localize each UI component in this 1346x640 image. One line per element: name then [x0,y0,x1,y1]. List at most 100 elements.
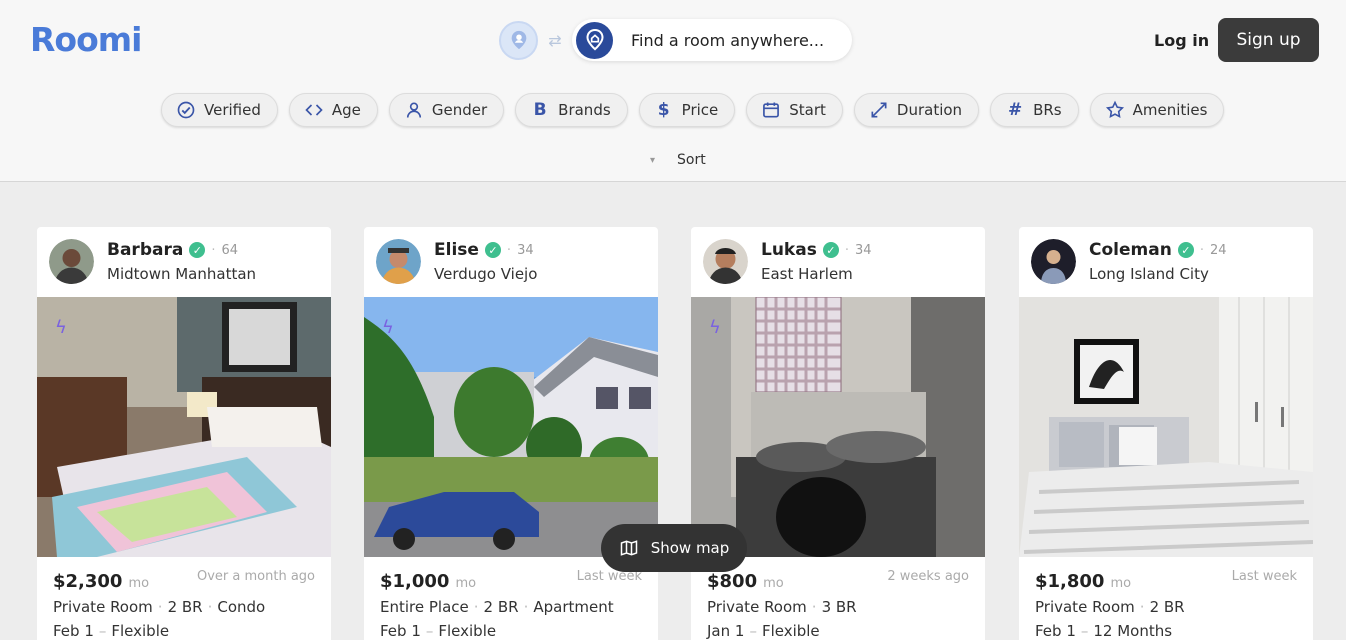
search-placeholder: Find a room anywhere... [631,30,825,50]
card-header: Elise ✓ 34 Verdugo Viejo [364,227,658,297]
listing-photo[interactable] [1019,297,1313,557]
show-map-label: Show map [650,539,730,557]
card-header: Barbara ✓ 64 Midtown Manhattan [37,227,331,297]
price: $1,000 [380,571,450,592]
posted-time: Last week [1231,569,1297,584]
price-row: $1,800 mo [1035,571,1131,592]
price: $2,300 [53,571,123,592]
avatar[interactable] [49,239,94,284]
person-pin-icon [511,30,526,50]
avatar[interactable] [1031,239,1076,284]
host-name[interactable]: Coleman [1089,240,1172,260]
filter-label: Price [681,101,719,119]
listing-photo[interactable]: ϟ [37,297,331,557]
avatar[interactable] [703,239,748,284]
avatar[interactable] [376,239,421,284]
availability: Feb 1– Flexible [53,622,170,640]
instant-book-icon: ϟ [382,317,394,338]
top-header: Roomi ⇄ Find a room anywhere... Log in S… [0,0,1346,182]
host-name[interactable]: Lukas [761,240,817,260]
login-link[interactable]: Log in [1154,31,1209,50]
listing-card[interactable]: Coleman ✓ 24 Long Island City $1,800 mo L… [1019,227,1313,640]
filter-bar: Verified Age Gender B Brands $ Price Sta… [161,93,1225,127]
search-bar: ⇄ Find a room anywhere... [499,19,852,61]
dollar-icon: $ [657,100,670,120]
start-date: Feb 1 [380,622,421,640]
check-circle-icon [176,100,196,120]
room-details: Entire Place · 2 BR · Apartment [380,598,614,616]
host-age: 34 [507,243,534,258]
duration: 12 Months [1093,622,1173,640]
bedrooms: 2 BR [1149,598,1185,616]
room-type: Entire Place [380,598,469,616]
swap-icon[interactable]: ⇄ [538,31,572,50]
show-map-button[interactable]: Show map [601,524,747,572]
start-date: Jan 1 [707,622,745,640]
listing-card[interactable]: Barbara ✓ 64 Midtown Manhattan ϟ $2,300 m… [37,227,331,640]
person-icon [404,100,424,120]
availability: Feb 1–12 Months [1035,622,1173,640]
filter-label: Gender [431,101,488,119]
card-header: Coleman ✓ 24 Long Island City [1019,227,1313,297]
room-details: Private Room · 2 BR · Condo [53,598,266,616]
filter-label: Brands [558,101,611,119]
price-row: $2,300 mo [53,571,149,592]
host-name[interactable]: Barbara [107,240,183,260]
card-header: Lukas ✓ 34 East Harlem [691,227,985,297]
filter-label: Duration [896,101,963,119]
filter-age[interactable]: Age [288,93,378,127]
room-type: Private Room [53,598,153,616]
bedrooms: 2 BR [483,598,519,616]
listing-card[interactable]: Elise ✓ 34 Verdugo Viejo ϟ $1,000mo Last… [364,227,658,640]
duration: Flexible [761,622,820,640]
filter-gender[interactable]: Gender [388,93,505,127]
neighborhood: Midtown Manhattan [107,265,257,283]
bedrooms: 2 BR [167,598,203,616]
price-unit: mo [128,576,150,591]
room-type: Private Room [707,598,807,616]
filter-amenities[interactable]: Amenities [1089,93,1225,127]
host-name[interactable]: Elise [434,240,479,260]
signup-button[interactable]: Sign up [1218,18,1319,62]
roomi-logo[interactable]: Roomi [30,20,142,59]
filter-label: Age [331,101,361,119]
property-type: Condo [217,598,266,616]
host-name-row: Elise ✓ 34 [434,240,534,260]
instant-book-icon: ϟ [55,317,67,338]
listing-photo[interactable]: ϟ [364,297,658,557]
chevron-down-icon: ▾ [650,154,656,166]
filter-brs[interactable]: # BRs [990,93,1079,127]
host-age: 24 [1200,243,1227,258]
neighborhood: East Harlem [761,265,853,283]
start-date: Feb 1 [53,622,94,640]
home-pin-icon [576,21,613,59]
neighborhood: Verdugo Viejo [434,265,538,283]
bedrooms: 3 BR [821,598,857,616]
instant-book-icon: ϟ [709,317,721,338]
verified-check-icon: ✓ [822,242,839,258]
room-type: Private Room [1035,598,1135,616]
price-unit: mo [455,576,477,591]
host-name-row: Barbara ✓ 64 [107,240,238,260]
filter-start[interactable]: Start [746,93,843,127]
listing-photo[interactable]: ϟ [691,297,985,557]
verified-check-icon: ✓ [1177,242,1194,258]
verified-check-icon: ✓ [484,242,501,258]
expand-arrows-icon [869,100,889,120]
availability: Jan 1– Flexible [707,622,820,640]
filter-price[interactable]: $ Price [638,93,736,127]
star-icon [1105,100,1125,120]
filter-verified[interactable]: Verified [161,93,278,127]
profile-mode-toggle[interactable] [499,20,538,60]
map-icon [620,540,637,556]
filter-brands[interactable]: B Brands [515,93,628,127]
sort-label: Sort [677,152,706,168]
search-input[interactable]: Find a room anywhere... [572,19,852,61]
host-age: 34 [845,243,872,258]
listing-card[interactable]: Lukas ✓ 34 East Harlem ϟ $800 mo 2 weeks … [691,227,985,640]
sort-dropdown[interactable]: ▾ Sort [650,152,706,168]
filter-duration[interactable]: Duration [853,93,980,127]
room-details: Private Room · 2 BR [1035,598,1185,616]
duration: Flexible [438,622,497,640]
hash-icon: # [1007,100,1023,120]
